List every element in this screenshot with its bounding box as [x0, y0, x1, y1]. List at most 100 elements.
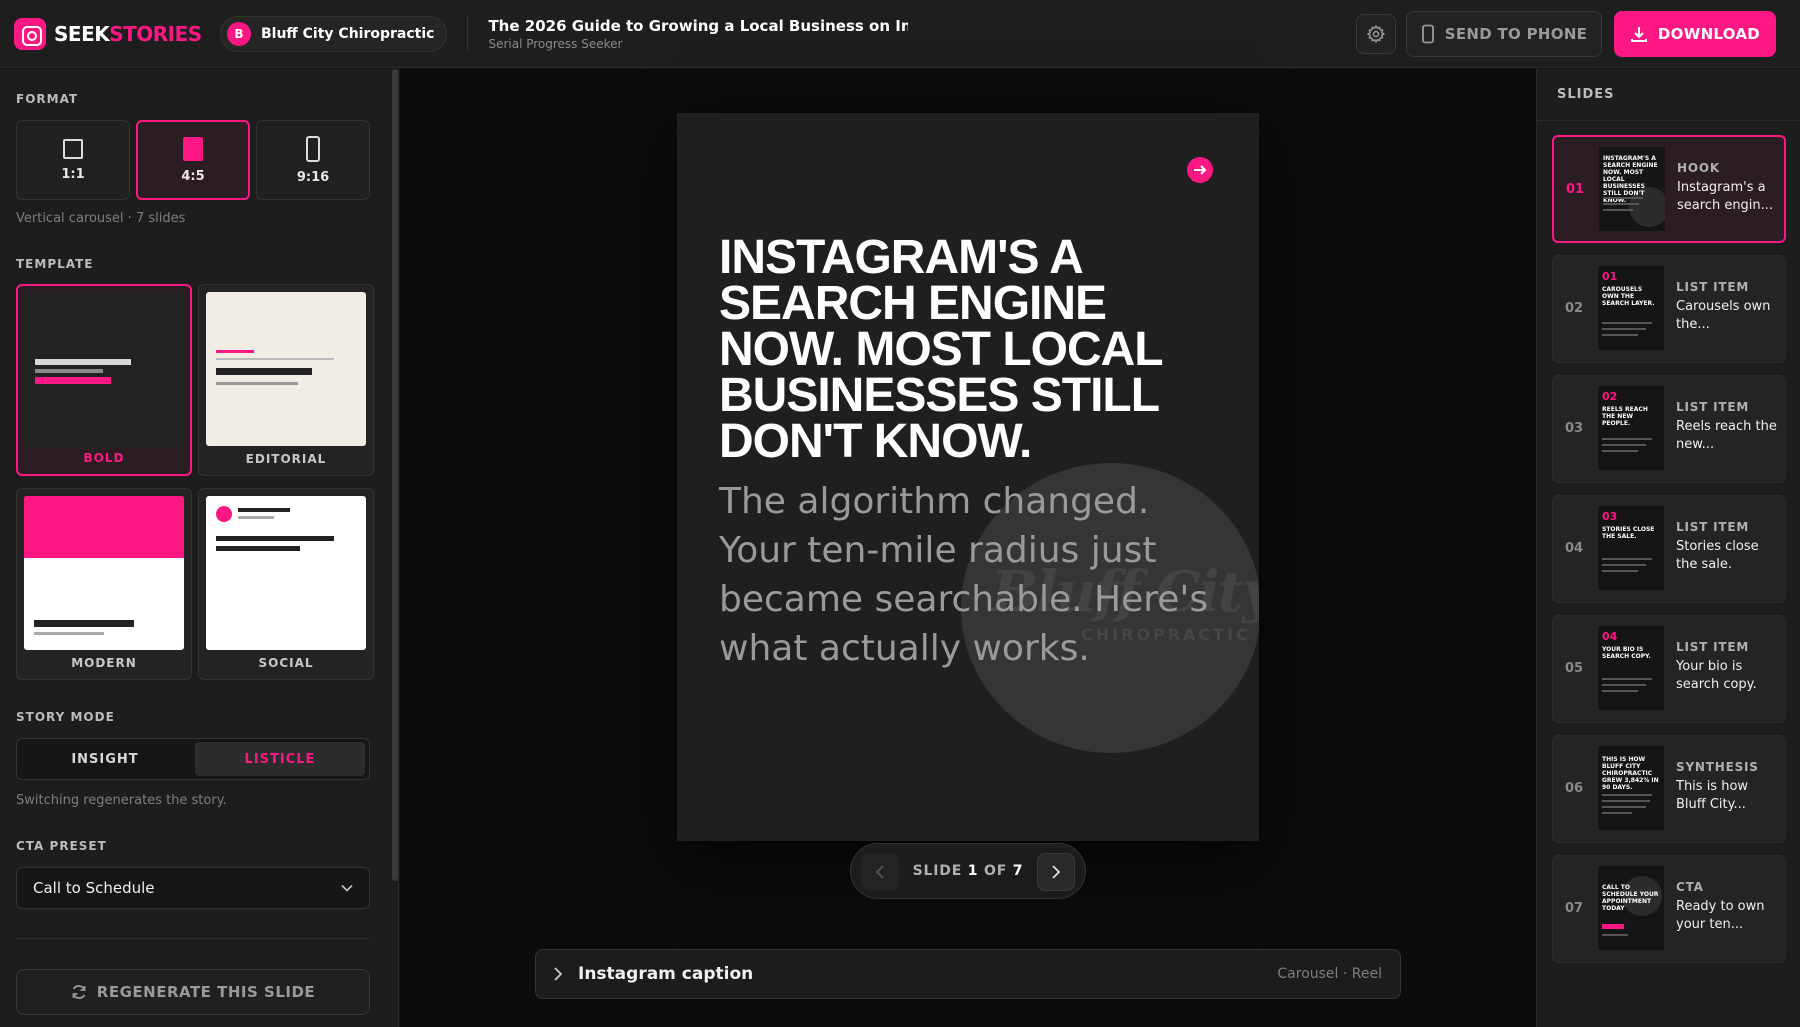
app-logo[interactable]: SEEKSTORIES [14, 17, 210, 50]
format-option-4-5[interactable]: 4:5 [136, 120, 250, 200]
thumbnail-headline: CAROUSELS OWN THE SEARCH LAYER. [1602, 286, 1655, 307]
slide-headline: INSTAGRAM'S A SEARCH ENGINE NOW. MOST LO… [719, 231, 1163, 468]
slide-card-type: LIST ITEM [1676, 520, 1750, 534]
slide-counter: SLIDE 1 OF 7 [913, 863, 1024, 879]
send-to-phone-label: SEND TO PHONE [1444, 24, 1588, 43]
pager-prefix: SLIDE [912, 863, 963, 879]
format-option-9-16[interactable]: 9:16 [256, 120, 370, 200]
caption-label: Instagram caption [578, 964, 754, 984]
slide-card-01[interactable]: 01 INSTAGRAM'S A SEARCH ENGINE NOW. MOST… [1552, 135, 1786, 243]
chevron-down-icon [341, 884, 353, 892]
template-bold[interactable]: BOLD [16, 284, 192, 476]
document-title: The 2026 Guide to Growing a Local Busine… [488, 16, 909, 35]
thumbnail-number: 04 [1602, 630, 1618, 643]
thumbnail-headline: THIS IS HOW BLUFF CITY CHIROPRACTIC GREW… [1602, 756, 1659, 791]
slide-card-number: 01 [1566, 182, 1585, 197]
instagram-caption-toggle[interactable]: Instagram caption Carousel · Reel [535, 949, 1401, 999]
story-mode-label: STORY MODE [16, 710, 115, 724]
slide-card-title: Your bio is search copy. [1676, 659, 1757, 692]
panel-scrollbar[interactable] [392, 69, 398, 881]
slide-card-title: Stories close the sale. [1676, 539, 1759, 572]
chevron-right-icon [554, 967, 562, 981]
slide-thumbnail: THIS IS HOW BLUFF CITY CHIROPRACTIC GREW… [1598, 746, 1664, 830]
template-social[interactable]: SOCIAL [198, 488, 374, 680]
slide-card-type: SYNTHESIS [1676, 760, 1759, 774]
slide-thumbnail: CALL TO SCHEDULE YOUR APPOINTMENT TODAY [1598, 866, 1664, 950]
refresh-icon [72, 985, 86, 999]
divider [16, 938, 370, 939]
slide-card-number: 07 [1565, 901, 1584, 916]
slide-card-title: Reels reach the new... [1676, 419, 1777, 452]
send-to-phone-button[interactable]: SEND TO PHONE [1406, 10, 1602, 57]
template-preview [25, 293, 185, 447]
format-option-label: 4:5 [181, 168, 205, 184]
logo-text-part1: SEEK [54, 21, 110, 46]
pager-of: OF [984, 863, 1008, 879]
download-label: DOWNLOAD [1657, 24, 1761, 43]
format-option-1-1[interactable]: 1:1 [16, 120, 130, 200]
toolbar-actions: SEND TO PHONE DOWNLOAD [1356, 10, 1776, 57]
slide-thumbnail: INSTAGRAM'S A SEARCH ENGINE NOW. MOST LO… [1599, 147, 1665, 231]
slide-card-04[interactable]: 04 03 STORIES CLOSE THE SALE. LIST ITEM … [1552, 495, 1786, 603]
regenerate-slide-button[interactable]: REGENERATE THIS SLIDE [16, 969, 370, 1015]
logo-text-part2: STORIES [109, 21, 202, 46]
format-description: Vertical carousel · 7 slides [16, 211, 186, 226]
download-button[interactable]: DOWNLOAD [1614, 10, 1776, 57]
slide-card-type: LIST ITEM [1676, 280, 1750, 294]
slide-card-05[interactable]: 05 04 YOUR BIO IS SEARCH COPY. LIST ITEM… [1552, 615, 1786, 723]
slide-card-number: 02 [1565, 301, 1584, 316]
slide-pager: SLIDE 1 OF 7 [850, 843, 1086, 899]
thumbnail-number: 03 [1602, 510, 1618, 523]
pager-current: 1 [967, 863, 979, 879]
format-option-label: 1:1 [61, 166, 85, 182]
slide-thumbnail: 02 REELS REACH THE NEW PEOPLE. [1598, 386, 1664, 470]
slide-card-title: Ready to own your ten... [1676, 899, 1765, 932]
story-mode-toggle: INSIGHT LISTICLE [16, 738, 370, 780]
tall-portrait-icon [306, 135, 320, 162]
slide-canvas: Bluff City CHIROPRACTIC INSTAGRAM'S A SE… [400, 69, 1536, 1027]
template-editorial[interactable]: EDITORIAL [198, 284, 374, 476]
template-label-text: BOLD [83, 451, 125, 465]
settings-button[interactable] [1356, 13, 1396, 54]
account-switcher[interactable]: B Bluff City Chiropractic [220, 15, 448, 52]
slide-card-number: 04 [1565, 541, 1584, 556]
slide-card-number: 03 [1565, 421, 1584, 436]
slide-body: The algorithm changed. Your ten-mile rad… [719, 481, 1209, 669]
account-name: Bluff City Chiropractic [261, 25, 435, 42]
chevron-left-icon [876, 865, 884, 879]
gear-icon [1366, 24, 1386, 43]
format-option-label: 9:16 [296, 169, 330, 185]
slide-card-type: CTA [1676, 880, 1704, 894]
slide-card-type: HOOK [1677, 161, 1720, 175]
app-name: SEEKSTORIES [54, 22, 202, 46]
cta-preset-value: Call to Schedule [33, 879, 155, 897]
pager-total: 7 [1012, 863, 1024, 879]
thumbnail-headline: CALL TO SCHEDULE YOUR APPOINTMENT TODAY [1602, 884, 1659, 912]
template-modern[interactable]: MODERN [16, 488, 192, 680]
slide-card-03[interactable]: 03 02 REELS REACH THE NEW PEOPLE. LIST I… [1552, 375, 1786, 483]
slide-card-title: This is how Bluff City... [1676, 779, 1749, 812]
story-mode-listicle[interactable]: LISTICLE [195, 742, 365, 776]
story-mode-insight[interactable]: INSIGHT [20, 742, 190, 776]
download-icon [1630, 26, 1647, 42]
slide-card-type: LIST ITEM [1676, 400, 1750, 414]
divider [1537, 120, 1800, 121]
cta-preset-label: CTA PRESET [16, 839, 107, 853]
slide-thumbnail: 04 YOUR BIO IS SEARCH COPY. [1598, 626, 1664, 710]
previous-slide-button[interactable] [861, 853, 899, 891]
cta-preset-select[interactable]: Call to Schedule [16, 867, 370, 909]
slide-card-06[interactable]: 06 THIS IS HOW BLUFF CITY CHIROPRACTIC G… [1552, 735, 1786, 843]
template-label-text: SOCIAL [258, 656, 314, 670]
thumbnail-number: 02 [1602, 390, 1618, 403]
caption-meta: Carousel · Reel [1277, 966, 1382, 982]
slide-preview[interactable]: Bluff City CHIROPRACTIC INSTAGRAM'S A SE… [677, 113, 1259, 841]
slide-card-number: 06 [1565, 781, 1584, 796]
slide-card-07[interactable]: 07 CALL TO SCHEDULE YOUR APPOINTMENT TOD… [1552, 855, 1786, 963]
template-label: TEMPLATE [16, 257, 94, 271]
phone-icon [1421, 24, 1434, 43]
slide-card-02[interactable]: 02 01 CAROUSELS OWN THE SEARCH LAYER. LI… [1552, 255, 1786, 363]
template-preview [206, 292, 366, 446]
next-slide-button[interactable] [1037, 853, 1075, 891]
portrait-icon [183, 136, 203, 161]
document-subtitle: Serial Progress Seeker [488, 36, 623, 51]
